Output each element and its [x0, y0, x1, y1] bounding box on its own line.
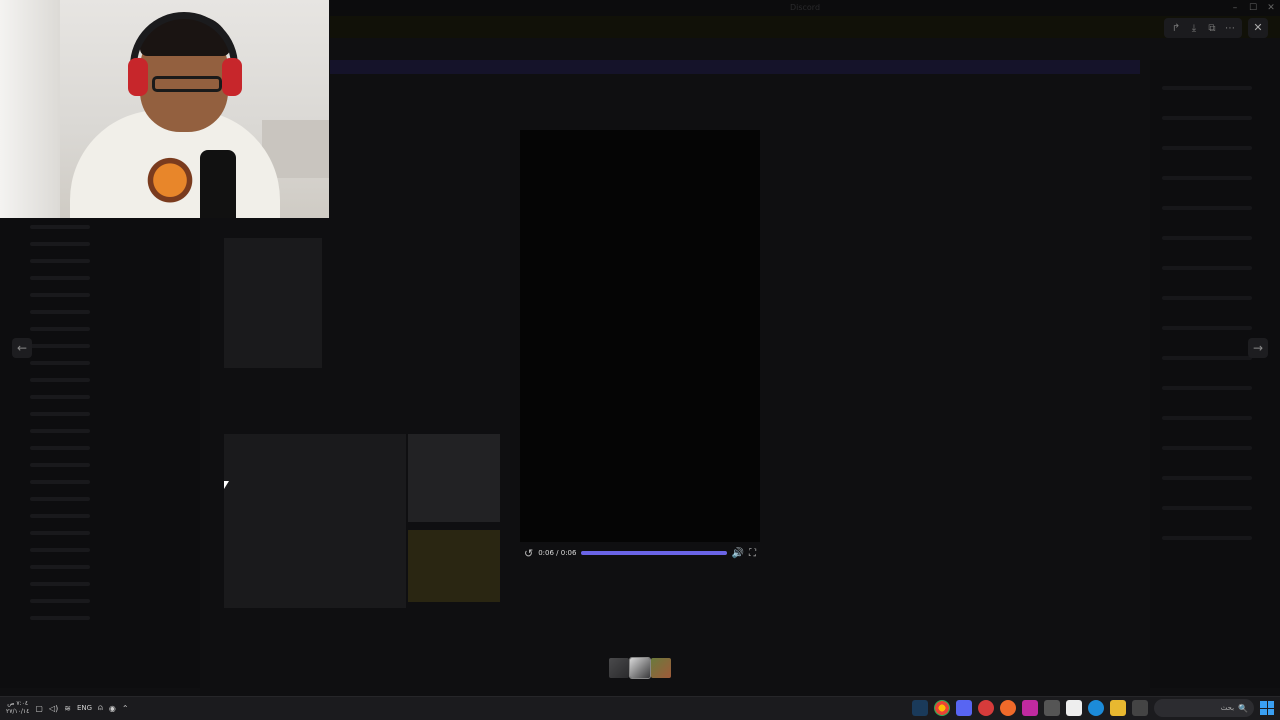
video-progress-fill	[581, 551, 727, 555]
taskbar-search[interactable]: بحث 🔍	[1154, 699, 1254, 717]
media-thumbnail[interactable]	[651, 658, 671, 678]
media-actions-toolbar: ↱ ⤓ ⧉ ⋯	[1164, 18, 1242, 38]
clock-time: ٧:٠٤ ص	[7, 700, 29, 707]
camera-icon[interactable]	[1044, 700, 1060, 716]
next-media-button[interactable]: →	[1248, 338, 1268, 358]
media-thumbnail-selected[interactable]	[629, 657, 651, 679]
background-titlebar: Discord	[330, 0, 1280, 16]
open-external-icon[interactable]: ⧉	[1204, 18, 1220, 38]
firefox-icon[interactable]	[1000, 700, 1016, 716]
start-button[interactable]	[1260, 701, 1274, 715]
clock[interactable]: ٧:٠٤ ص ٢٧/١٠/١٤	[6, 700, 29, 716]
video-progress-bar[interactable]	[581, 551, 727, 555]
window-title: Discord	[789, 3, 821, 12]
media-thumbnail[interactable]	[609, 658, 629, 678]
background-image-post	[224, 434, 406, 608]
discord-tray-icon[interactable]: ◉	[109, 704, 116, 713]
clock-date: ٢٧/١٠/١٤	[6, 708, 30, 715]
microphone-icon[interactable]: ⍝	[98, 703, 103, 713]
taskbar: ٧:٠٤ ص ٢٧/١٠/١٤ ▢ ◁) ≋ ENG ⍝ ◉ ⌃ بحث 🔍	[0, 696, 1280, 720]
background-image-post	[408, 530, 500, 602]
video-controls: ↺ 0:06 / 0:06 🔊 ⛶	[520, 544, 760, 562]
background-banner	[330, 16, 1280, 38]
close-viewer-button[interactable]: ✕	[1248, 18, 1268, 38]
wifi-icon[interactable]: ≋	[64, 704, 71, 713]
search-placeholder: بحث	[1220, 704, 1235, 712]
replay-icon[interactable]: ↺	[524, 547, 533, 560]
notification-icon[interactable]: ▢	[35, 704, 43, 713]
background-member-list	[1150, 60, 1280, 688]
fullscreen-icon[interactable]: ⛶	[749, 548, 756, 559]
store-icon[interactable]	[1066, 700, 1082, 716]
background-image-post	[224, 238, 322, 368]
steam-icon[interactable]	[912, 700, 928, 716]
webcam-overlay	[0, 0, 329, 218]
video-player[interactable]	[520, 130, 760, 542]
app-icon[interactable]	[1022, 700, 1038, 716]
minimize-icon[interactable]: –	[1226, 0, 1244, 16]
task-view-icon[interactable]	[1132, 700, 1148, 716]
taskbar-apps: بحث 🔍	[912, 699, 1274, 717]
file-explorer-icon[interactable]	[1110, 700, 1126, 716]
arrow-right-icon: →	[1252, 341, 1264, 355]
maximize-icon[interactable]: ☐	[1244, 0, 1262, 16]
chrome-icon[interactable]	[934, 700, 950, 716]
background-notice-strip	[330, 60, 1140, 74]
discord-icon[interactable]	[956, 700, 972, 716]
window-controls: – ☐ ✕	[1226, 0, 1280, 16]
more-icon[interactable]: ⋯	[1222, 18, 1238, 38]
close-icon: ✕	[1253, 21, 1263, 34]
background-channel-list	[0, 218, 200, 688]
arrow-left-icon: ←	[16, 341, 28, 355]
app-icon[interactable]	[978, 700, 994, 716]
chevron-up-icon[interactable]: ⌃	[122, 704, 129, 713]
media-thumbnail-strip	[609, 657, 671, 679]
language-indicator[interactable]: ENG	[77, 704, 92, 712]
volume-icon[interactable]: 🔊	[732, 548, 744, 559]
window-close-icon[interactable]: ✕	[1262, 0, 1280, 16]
background-image-post	[408, 434, 500, 522]
download-icon[interactable]: ⤓	[1186, 18, 1202, 38]
forward-icon[interactable]: ↱	[1168, 18, 1184, 38]
system-tray: ٧:٠٤ ص ٢٧/١٠/١٤ ▢ ◁) ≋ ENG ⍝ ◉ ⌃	[6, 700, 129, 716]
edge-icon[interactable]	[1088, 700, 1104, 716]
search-icon: 🔍	[1238, 703, 1248, 713]
video-time: 0:06 / 0:06	[538, 549, 577, 557]
previous-media-button[interactable]: ←	[12, 338, 32, 358]
mouse-cursor	[224, 481, 229, 489]
volume-tray-icon[interactable]: ◁)	[49, 704, 58, 713]
